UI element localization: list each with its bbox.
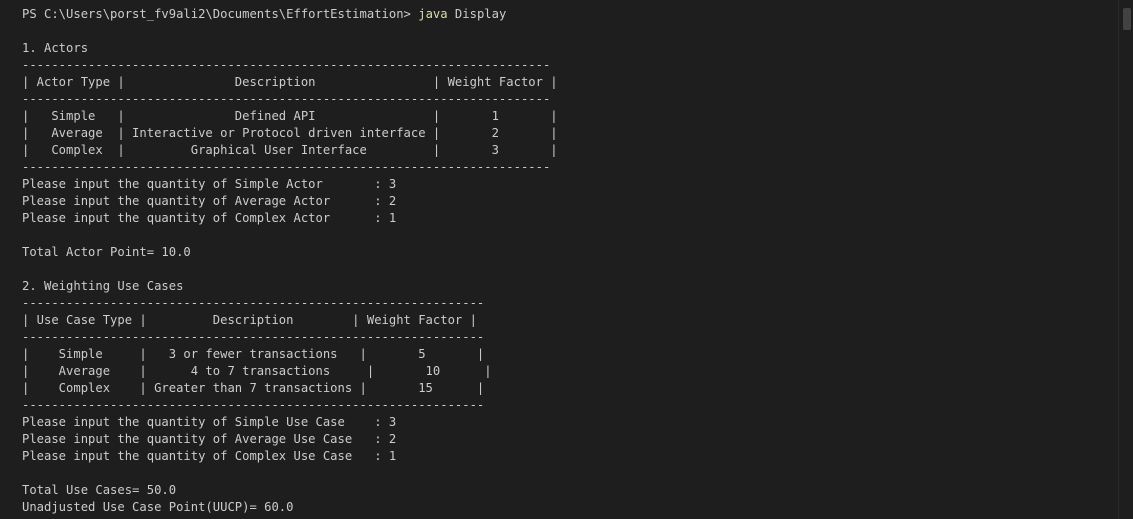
actors-rule-top: ----------------------------------------… [22,58,551,72]
actors-header-row: | Actor Type | Description | Weight Fact… [22,75,558,89]
total-use-cases: Total Use Cases= 50.0 [22,483,177,497]
actors-row-complex: | Complex | Graphical User Interface | 3… [22,143,558,157]
use-cases-row-average: | Average | 4 to 7 transactions | 10 | [22,364,492,378]
use-cases-heading: 2. Weighting Use Cases [22,279,184,293]
use-cases-row-complex: | Complex | Greater than 7 transactions … [22,381,485,395]
actors-prompt-average: Please input the quantity of Average Act… [22,194,397,208]
prompt-line: PS C:\Users\porst_fv9ali2\Documents\Effo… [22,6,1133,23]
command-argument: Display [447,7,507,21]
use-cases-header-row: | Use Case Type | Description | Weight F… [22,313,477,327]
scrollbar-thumb[interactable] [1123,8,1131,30]
actors-row-simple: | Simple | Defined API | 1 | [22,109,558,123]
use-cases-rule-mid: ----------------------------------------… [22,330,485,344]
use-cases-row-simple: | Simple | 3 or fewer transactions | 5 | [22,347,485,361]
terminal-scrollbar[interactable] [1118,0,1133,519]
use-cases-rule-bottom: ----------------------------------------… [22,398,485,412]
actors-prompt-complex: Please input the quantity of Complex Act… [22,211,397,225]
use-cases-prompt-complex: Please input the quantity of Complex Use… [22,449,397,463]
actors-total: Total Actor Point= 10.0 [22,245,191,259]
actors-prompt-simple: Please input the quantity of Simple Acto… [22,177,397,191]
command-name: java [418,7,448,21]
actors-row-average: | Average | Interactive or Protocol driv… [22,126,558,140]
actors-rule-bottom: ----------------------------------------… [22,160,551,174]
terminal-output[interactable]: PS C:\Users\porst_fv9ali2\Documents\Effo… [0,0,1133,519]
use-cases-rule-top: ----------------------------------------… [22,296,485,310]
use-cases-prompt-simple: Please input the quantity of Simple Use … [22,415,397,429]
actors-rule-mid: ----------------------------------------… [22,92,551,106]
use-cases-prompt-average: Please input the quantity of Average Use… [22,432,397,446]
uucp-result: Unadjusted Use Case Point(UUCP)= 60.0 [22,500,294,514]
actors-heading: 1. Actors [22,41,89,55]
prompt-path: PS C:\Users\porst_fv9ali2\Documents\Effo… [22,7,419,21]
